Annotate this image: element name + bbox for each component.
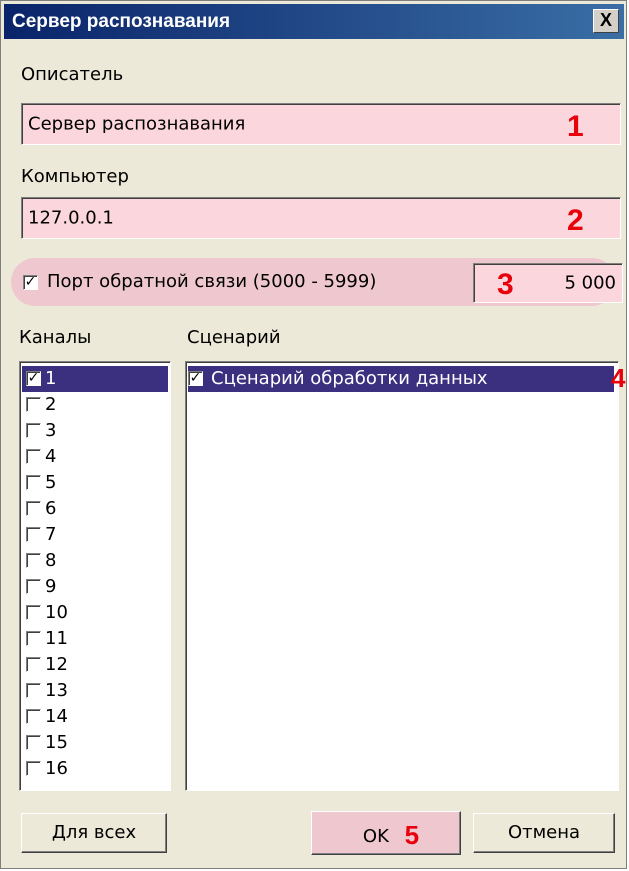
computer-field[interactable]: 127.0.0.1 — [21, 197, 621, 239]
channel-item-5[interactable]: 5 — [22, 470, 168, 496]
channel-label: 13 — [45, 680, 68, 701]
marker-5: 5 — [404, 820, 420, 850]
channel-checkbox[interactable] — [26, 475, 41, 490]
channel-item-6[interactable]: 6 — [22, 496, 168, 522]
descriptor-label: Описатель — [21, 64, 124, 85]
channel-checkbox[interactable] — [26, 761, 41, 776]
channel-item-9[interactable]: 9 — [22, 574, 168, 600]
channel-label: 12 — [45, 654, 68, 675]
channel-label: 16 — [45, 758, 68, 779]
marker-3: 3 — [497, 268, 514, 301]
channel-item-3[interactable]: 3 — [22, 418, 168, 444]
channel-item-16[interactable]: 16 — [22, 756, 168, 782]
port-value: 5 000 — [564, 272, 616, 294]
channel-label: 6 — [45, 498, 57, 519]
descriptor-value: Сервер распознавания — [28, 113, 246, 135]
scenario-checkbox[interactable]: ✓ — [188, 371, 203, 386]
close-button[interactable]: X — [593, 9, 619, 33]
scenario-list[interactable]: ✓ Сценарий обработки данных — [185, 361, 619, 791]
descriptor-field[interactable]: Сервер распознавания — [21, 103, 621, 145]
channel-checkbox[interactable] — [26, 501, 41, 516]
port-label: Порт обратной связи (5000 - 5999) — [47, 271, 377, 292]
channel-item-13[interactable]: 13 — [22, 678, 168, 704]
channels-list[interactable]: ✓ 1 2 3 4 5 6 7 8 9 10 11 12 13 14 15 16 — [19, 361, 171, 791]
channel-label: 5 — [45, 472, 57, 493]
port-field[interactable]: 5 000 — [473, 263, 623, 303]
channel-checkbox[interactable] — [26, 631, 41, 646]
channel-item-15[interactable]: 15 — [22, 730, 168, 756]
channel-label: 11 — [45, 628, 68, 649]
scenario-label: Сценарий — [187, 327, 281, 348]
channel-label: 8 — [45, 550, 57, 571]
channel-checkbox[interactable] — [26, 397, 41, 412]
channel-checkbox[interactable] — [26, 683, 41, 698]
channel-checkbox[interactable] — [26, 449, 41, 464]
channel-label: 9 — [45, 576, 57, 597]
channels-label: Каналы — [19, 327, 92, 348]
title-bar[interactable]: Сервер распознавания X — [4, 4, 624, 39]
marker-4: 4 — [611, 363, 626, 393]
port-checkbox[interactable]: ✓ — [23, 275, 38, 290]
channel-checkbox[interactable]: ✓ — [26, 371, 41, 386]
marker-2: 2 — [567, 204, 584, 237]
scenario-item-label: Сценарий обработки данных — [211, 368, 488, 389]
scenario-item[interactable]: ✓ Сценарий обработки данных — [188, 366, 614, 392]
channel-item-10[interactable]: 10 — [22, 600, 168, 626]
channel-label: 10 — [45, 602, 68, 623]
channel-checkbox[interactable] — [26, 709, 41, 724]
channel-item-14[interactable]: 14 — [22, 704, 168, 730]
computer-label: Компьютер — [21, 166, 129, 187]
marker-1: 1 — [567, 110, 584, 143]
channel-label: 1 — [45, 368, 57, 389]
channel-item-2[interactable]: 2 — [22, 392, 168, 418]
channel-item-4[interactable]: 4 — [22, 444, 168, 470]
window-title: Сервер распознавания — [12, 11, 231, 32]
channel-label: 3 — [45, 420, 57, 441]
channel-label: 4 — [45, 446, 57, 467]
channel-checkbox[interactable] — [26, 553, 41, 568]
channel-item-8[interactable]: 8 — [22, 548, 168, 574]
channel-item-12[interactable]: 12 — [22, 652, 168, 678]
channel-label: 15 — [45, 732, 68, 753]
channel-item-11[interactable]: 11 — [22, 626, 168, 652]
channel-item-1[interactable]: ✓ 1 — [22, 366, 168, 392]
channel-checkbox[interactable] — [26, 527, 41, 542]
channel-label: 14 — [45, 706, 68, 727]
channel-checkbox[interactable] — [26, 605, 41, 620]
channel-checkbox[interactable] — [26, 657, 41, 672]
channel-label: 7 — [45, 524, 57, 545]
channel-label: 2 — [45, 394, 57, 415]
channel-checkbox[interactable] — [26, 735, 41, 750]
recognition-server-dialog: Сервер распознавания X Описатель Сервер … — [0, 0, 627, 869]
computer-value: 127.0.0.1 — [28, 207, 114, 229]
channel-item-7[interactable]: 7 — [22, 522, 168, 548]
for-all-button[interactable]: Для всех — [21, 813, 167, 853]
ok-button-label: OK — [362, 826, 389, 847]
cancel-button[interactable]: Отмена — [473, 813, 615, 853]
ok-button[interactable]: OK 5 — [311, 811, 461, 855]
channel-checkbox[interactable] — [26, 579, 41, 594]
channel-checkbox[interactable] — [26, 423, 41, 438]
